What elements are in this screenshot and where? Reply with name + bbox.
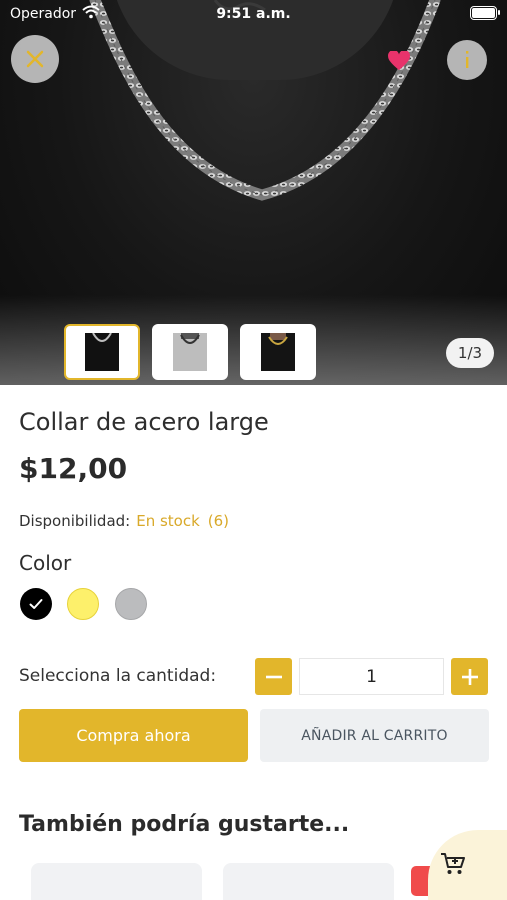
- related-section-title: También podría gustarte...: [19, 812, 350, 837]
- battery-icon: [470, 6, 500, 20]
- minus-icon: [265, 675, 282, 678]
- info-button[interactable]: [447, 40, 487, 80]
- color-swatch-gray[interactable]: [115, 588, 147, 620]
- plus-icon: [461, 668, 478, 685]
- thumbnail-2[interactable]: [152, 324, 228, 380]
- status-bar: Operador 9:51 a.m.: [0, 0, 507, 28]
- heart-icon: [388, 51, 410, 71]
- thumbnail-3[interactable]: [240, 324, 316, 380]
- add-to-cart-button[interactable]: AÑADIR AL CARRITO: [260, 709, 489, 762]
- status-time: 9:51 a.m.: [216, 6, 291, 22]
- thumbnail-image: [173, 333, 207, 371]
- cart-add-icon: [441, 853, 465, 874]
- availability-count: (6): [207, 512, 230, 530]
- thumbnail-1[interactable]: [64, 324, 140, 380]
- thumbnail-image: [261, 333, 295, 371]
- quantity-input[interactable]: [299, 658, 444, 695]
- color-swatch-yellow[interactable]: [67, 588, 99, 620]
- info-icon: [466, 51, 469, 68]
- close-icon: [26, 50, 44, 68]
- product-price: $12,00: [19, 452, 128, 485]
- product-title: Collar de acero large: [19, 408, 269, 436]
- availability: Disponibilidad: En stock (6): [19, 512, 229, 530]
- quantity-decrease-button[interactable]: [255, 658, 292, 695]
- close-button[interactable]: [11, 35, 59, 83]
- availability-label: Disponibilidad:: [19, 512, 131, 530]
- related-product-card[interactable]: [223, 863, 394, 900]
- color-label: Color: [19, 551, 72, 575]
- quantity-increase-button[interactable]: [451, 658, 488, 695]
- thumbnail-image: [85, 333, 119, 371]
- favorite-button[interactable]: [382, 44, 416, 78]
- related-product-card[interactable]: [31, 863, 202, 900]
- floating-cart-button[interactable]: [428, 830, 507, 900]
- availability-status: En stock: [136, 512, 200, 530]
- quantity-label: Selecciona la cantidad:: [19, 666, 217, 686]
- buy-now-button[interactable]: Compra ahora: [19, 709, 248, 762]
- check-icon: [29, 599, 43, 609]
- color-swatch-black[interactable]: [20, 588, 52, 620]
- gallery-pager: 1/3: [446, 338, 494, 368]
